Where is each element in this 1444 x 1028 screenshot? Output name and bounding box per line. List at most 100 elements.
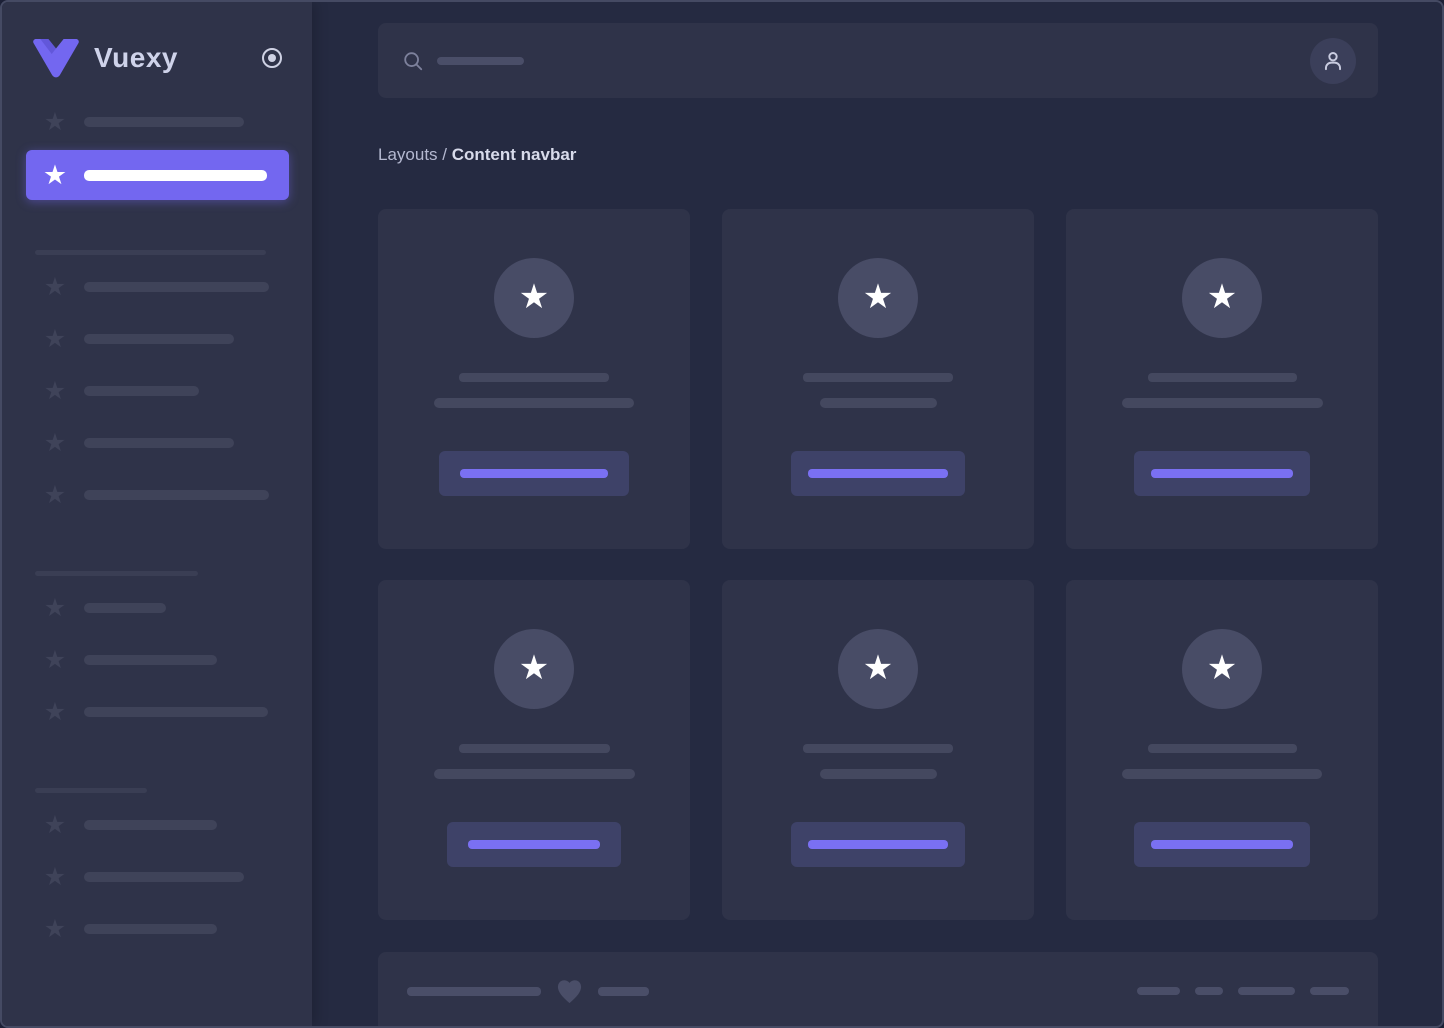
star-icon: ★ xyxy=(42,431,68,456)
sidebar-item-active[interactable]: ★ xyxy=(26,150,289,200)
skeleton-line xyxy=(1122,398,1323,408)
sidebar-header: Vuexy xyxy=(2,2,312,78)
star-icon: ★ xyxy=(863,280,893,317)
card-action-button[interactable] xyxy=(439,451,629,496)
breadcrumb-link-layouts[interactable]: Layouts xyxy=(378,145,438,164)
breadcrumb-current: Content navbar xyxy=(452,145,577,164)
footer-skeleton-bar xyxy=(1195,987,1223,995)
skeleton-line xyxy=(803,373,953,382)
sidebar-item-skeleton[interactable]: ★ xyxy=(2,365,312,417)
skeleton-bar xyxy=(84,282,269,292)
card-action-button[interactable] xyxy=(791,451,965,496)
skeleton-bar xyxy=(84,872,244,882)
sidebar-item-skeleton[interactable]: ★ xyxy=(2,417,312,469)
star-icon: ★ xyxy=(42,327,68,352)
star-icon: ★ xyxy=(42,379,68,404)
star-icon: ★ xyxy=(42,813,68,838)
footer-skeleton-bar xyxy=(1238,987,1295,995)
card-avatar-circle: ★ xyxy=(494,629,574,709)
skeleton-bar xyxy=(84,117,244,127)
sidebar-item-skeleton[interactable]: ★ xyxy=(2,582,312,634)
button-label-bar xyxy=(468,840,600,849)
star-icon: ★ xyxy=(1207,280,1237,317)
star-icon: ★ xyxy=(42,275,68,300)
skeleton-bar xyxy=(84,490,269,500)
vuexy-logo-icon[interactable] xyxy=(32,38,80,78)
top-navbar xyxy=(378,23,1378,98)
sidebar-item-skeleton[interactable]: ★ xyxy=(2,686,312,738)
card-action-button[interactable] xyxy=(1134,822,1310,867)
footer xyxy=(378,952,1378,1028)
sidebar-item-skeleton[interactable]: ★ xyxy=(2,799,312,851)
card-action-button[interactable] xyxy=(791,822,965,867)
search-icon xyxy=(402,50,424,72)
search-input[interactable] xyxy=(402,50,1310,72)
skeleton-bar xyxy=(84,820,217,830)
sidebar-section-divider xyxy=(35,250,266,255)
footer-right-group xyxy=(1137,987,1349,995)
breadcrumb-separator: / xyxy=(438,145,452,164)
sidebar-item-skeleton[interactable]: ★ xyxy=(2,96,312,148)
sidebar-item-skeleton[interactable]: ★ xyxy=(2,634,312,686)
star-icon: ★ xyxy=(42,162,68,189)
card-action-button[interactable] xyxy=(1134,451,1310,496)
sidebar: Vuexy ★ ★ ★ ★ ★ ★ ★ ★ ★ ★ ★ ★ ★ xyxy=(2,2,312,1026)
card-grid: ★ ★ ★ ★ ★ ★ xyxy=(378,209,1378,920)
user-icon xyxy=(1320,48,1346,74)
card-avatar-circle: ★ xyxy=(838,629,918,709)
button-label-bar xyxy=(808,840,948,849)
card-action-button[interactable] xyxy=(447,822,621,867)
skeleton-line xyxy=(1148,373,1297,382)
card-avatar-circle: ★ xyxy=(1182,258,1262,338)
breadcrumb: Layouts / Content navbar xyxy=(378,145,1378,165)
brand-title: Vuexy xyxy=(94,42,260,74)
user-avatar-button[interactable] xyxy=(1310,38,1356,84)
footer-skeleton-bar xyxy=(598,987,649,996)
card-avatar-circle: ★ xyxy=(838,258,918,338)
sidebar-section-divider xyxy=(35,571,198,576)
sidebar-item-skeleton[interactable]: ★ xyxy=(2,469,312,521)
button-label-bar xyxy=(460,469,608,478)
skeleton-line xyxy=(434,769,635,779)
app-frame: Vuexy ★ ★ ★ ★ ★ ★ ★ ★ ★ ★ ★ ★ ★ xyxy=(0,0,1444,1028)
skeleton-line xyxy=(820,769,937,779)
sidebar-pin-toggle-icon[interactable] xyxy=(260,46,284,70)
skeleton-bar xyxy=(84,438,234,448)
skeleton-bar xyxy=(84,334,234,344)
star-icon: ★ xyxy=(42,917,68,942)
skeleton-bar xyxy=(84,386,199,396)
star-icon: ★ xyxy=(42,700,68,725)
button-label-bar xyxy=(808,469,948,478)
star-icon: ★ xyxy=(863,651,893,688)
button-label-bar xyxy=(1151,469,1293,478)
feature-card: ★ xyxy=(1066,580,1378,920)
star-icon: ★ xyxy=(519,651,549,688)
feature-card: ★ xyxy=(378,580,690,920)
star-icon: ★ xyxy=(42,596,68,621)
skeleton-line xyxy=(1148,744,1297,753)
star-icon: ★ xyxy=(42,110,68,135)
skeleton-bar xyxy=(84,924,217,934)
star-icon: ★ xyxy=(519,280,549,317)
skeleton-bar xyxy=(84,707,268,717)
skeleton-bar xyxy=(84,603,166,613)
search-placeholder-bar xyxy=(437,57,524,65)
footer-skeleton-bar xyxy=(1137,987,1180,995)
skeleton-line xyxy=(459,373,609,382)
skeleton-line xyxy=(803,744,953,753)
button-label-bar xyxy=(1151,840,1293,849)
skeleton-line xyxy=(434,398,634,408)
sidebar-section-divider xyxy=(35,788,147,793)
footer-skeleton-bar xyxy=(407,987,541,996)
sidebar-item-skeleton[interactable]: ★ xyxy=(2,313,312,365)
skeleton-bar xyxy=(84,170,267,181)
footer-skeleton-bar xyxy=(1310,987,1349,995)
sidebar-nav: ★ ★ ★ ★ ★ ★ ★ ★ ★ ★ ★ ★ ★ xyxy=(2,96,312,955)
skeleton-line xyxy=(459,744,610,753)
skeleton-bar xyxy=(84,655,217,665)
star-icon: ★ xyxy=(1207,651,1237,688)
sidebar-item-skeleton[interactable]: ★ xyxy=(2,851,312,903)
feature-card: ★ xyxy=(722,209,1034,549)
sidebar-item-skeleton[interactable]: ★ xyxy=(2,261,312,313)
sidebar-item-skeleton[interactable]: ★ xyxy=(2,903,312,955)
